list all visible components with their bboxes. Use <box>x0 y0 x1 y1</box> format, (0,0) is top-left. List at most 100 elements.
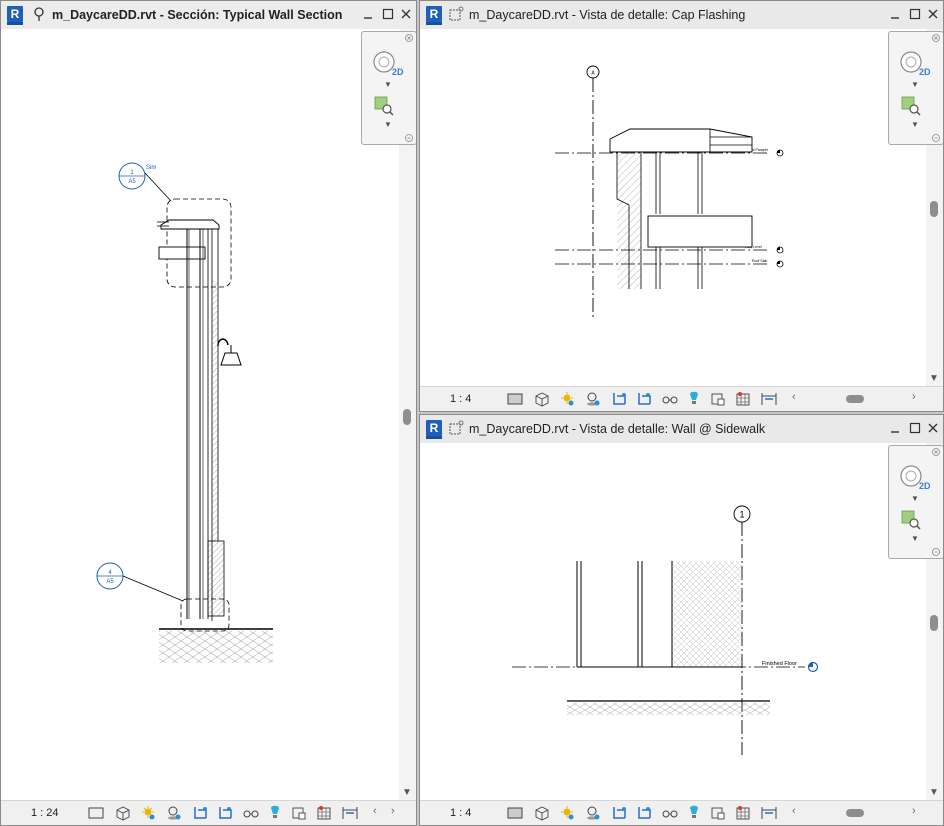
reveal-hidden-icon <box>690 805 698 818</box>
analytical-model-icon <box>317 806 331 820</box>
minimize-icon[interactable] <box>888 7 902 21</box>
close-icon[interactable] <box>926 7 940 21</box>
lock-3d-icon <box>292 807 306 820</box>
close-icon[interactable] <box>926 421 940 435</box>
callout-bubble-1[interactable]: 1 A5 Sim <box>118 162 172 202</box>
wall-sidewalk-titlebar[interactable]: R m_DaycareDD.rvt - Vista de detalle: Wa… <box>420 415 943 444</box>
maximize-icon[interactable] <box>908 7 922 21</box>
highlight-displacement-icon <box>761 807 777 819</box>
cap-flashing-window[interactable]: R m_DaycareDD.rvt - Vista de detalle: Ca… <box>419 0 944 412</box>
view-scale[interactable]: 1 : 4 <box>450 801 471 825</box>
show-crop-icon <box>219 807 232 819</box>
navbar-options-icon[interactable] <box>932 134 940 142</box>
scroll-thumb[interactable] <box>930 201 938 217</box>
grid-bubble-a[interactable]: A <box>586 65 600 79</box>
scroll-right-icon[interactable]: › <box>912 391 916 403</box>
window-title: m_DaycareDD.rvt - Vista de detalle: Cap … <box>469 8 746 22</box>
zoom-region-icon[interactable] <box>374 96 394 116</box>
cap-flashing-canvas[interactable]: A Top of Parapet Roof Level Roof Slab <box>420 29 926 387</box>
mode-2d-label: 2D <box>919 67 931 77</box>
cap-flashing-titlebar[interactable]: R m_DaycareDD.rvt - Vista de detalle: Ca… <box>420 1 943 30</box>
callout-bubble-2[interactable]: 4 A5 <box>96 562 184 602</box>
highlight-displacement-icon <box>761 393 777 405</box>
scroll-left-icon[interactable]: ‹ <box>792 805 796 817</box>
horizontal-scroll-thumb[interactable] <box>846 809 864 817</box>
reveal-hidden-icon <box>690 391 698 404</box>
view-control-icons[interactable] <box>506 391 786 407</box>
zoom-region-icon[interactable] <box>901 96 921 116</box>
close-icon[interactable] <box>399 7 413 21</box>
view-scale[interactable]: 1 : 24 <box>31 801 59 825</box>
scroll-left-icon[interactable]: ‹ <box>373 805 377 817</box>
level-head-finished-floor[interactable]: Finished Floor <box>762 661 819 673</box>
view-control-bar: 1 : 24 ‹ › <box>1 800 416 825</box>
sun-path-icon <box>561 806 574 820</box>
mode-2d-label: 2D <box>392 67 404 77</box>
navigation-bar[interactable]: 2D ▼ ▼ <box>361 31 416 145</box>
steering-wheel-dropdown-icon[interactable]: ▼ <box>911 494 919 503</box>
wall-sidewalk-drawing: 1 Finished Floor <box>512 505 819 755</box>
maximize-icon[interactable] <box>381 7 395 21</box>
view-scale[interactable]: 1 : 4 <box>450 387 471 411</box>
view-control-bar: 1 : 4 ‹ › <box>420 386 943 411</box>
callout-2-sheet: A5 <box>106 579 114 585</box>
view-control-icons[interactable] <box>506 805 786 821</box>
detail-level-icon <box>88 807 104 819</box>
crop-view-icon <box>194 807 207 819</box>
highlight-displacement-icon <box>342 807 358 819</box>
level-head-3[interactable]: Roof Slab <box>752 259 784 268</box>
navbar-options-icon[interactable] <box>405 134 413 142</box>
window-title: m_DaycareDD.rvt - Vista de detalle: Wall… <box>469 422 766 436</box>
steering-wheel-icon[interactable]: 2D <box>370 48 410 80</box>
revit-logo-icon: R <box>7 6 23 25</box>
grid-bubble-1[interactable]: 1 <box>733 505 751 523</box>
scroll-right-icon[interactable]: › <box>912 805 916 817</box>
show-crop-icon <box>638 393 651 405</box>
level-label: Finished Floor <box>762 661 797 667</box>
steering-wheel-icon[interactable]: 2D <box>897 48 937 80</box>
analytical-model-icon <box>736 806 750 820</box>
navbar-options-icon[interactable] <box>932 548 940 556</box>
steering-wheel-icon[interactable]: 2D <box>897 462 937 494</box>
steering-wheel-dropdown-icon[interactable]: ▼ <box>384 80 392 89</box>
zoom-dropdown-icon[interactable]: ▼ <box>911 534 919 543</box>
navbar-close-icon[interactable] <box>932 34 940 42</box>
scroll-down-icon[interactable]: ▼ <box>929 787 939 798</box>
visual-style-icon <box>535 392 549 407</box>
lock-3d-icon <box>711 807 725 820</box>
cap-flashing-drawing: A Top of Parapet Roof Level Roof Slab <box>555 65 784 319</box>
zoom-dropdown-icon[interactable]: ▼ <box>911 120 919 129</box>
minimize-icon[interactable] <box>888 421 902 435</box>
horizontal-scroll-thumb[interactable] <box>846 395 864 403</box>
visual-style-icon <box>116 806 130 821</box>
wall-sidewalk-canvas[interactable]: 1 Finished Floor <box>420 443 926 801</box>
steering-wheel-dropdown-icon[interactable]: ▼ <box>911 80 919 89</box>
maximize-icon[interactable] <box>908 421 922 435</box>
temporary-hide-icon <box>243 810 259 818</box>
sun-path-icon <box>561 392 574 406</box>
section-drawing-canvas[interactable]: 1 A5 Sim 4 A5 <box>1 29 399 801</box>
view-control-icons[interactable] <box>87 805 367 821</box>
navbar-close-icon[interactable] <box>932 448 940 456</box>
scroll-thumb[interactable] <box>403 409 411 425</box>
minimize-icon[interactable] <box>361 7 375 21</box>
temporary-hide-icon <box>662 396 678 404</box>
callout-box-top[interactable] <box>166 198 232 288</box>
scroll-right-icon[interactable]: › <box>391 805 395 817</box>
crop-view-icon <box>613 807 626 819</box>
wall-sidewalk-window[interactable]: R m_DaycareDD.rvt - Vista de detalle: Wa… <box>419 414 944 826</box>
scroll-thumb[interactable] <box>930 615 938 631</box>
zoom-region-icon[interactable] <box>901 510 921 530</box>
navbar-close-icon[interactable] <box>405 34 413 42</box>
navigation-bar[interactable]: 2D ▼ ▼ <box>888 445 943 559</box>
scroll-down-icon[interactable]: ▼ <box>929 373 939 384</box>
section-view-window[interactable]: R m_DaycareDD.rvt - Sección: Typical Wal… <box>0 0 417 826</box>
scroll-left-icon[interactable]: ‹ <box>792 391 796 403</box>
analytical-model-icon <box>736 392 750 406</box>
navigation-bar[interactable]: 2D ▼ ▼ <box>888 31 943 145</box>
scroll-down-icon[interactable]: ▼ <box>402 787 412 798</box>
section-view-titlebar[interactable]: R m_DaycareDD.rvt - Sección: Typical Wal… <box>1 1 416 30</box>
zoom-dropdown-icon[interactable]: ▼ <box>384 120 392 129</box>
callout-1-sim-label: Sim <box>146 165 156 171</box>
sun-path-icon <box>142 806 155 820</box>
